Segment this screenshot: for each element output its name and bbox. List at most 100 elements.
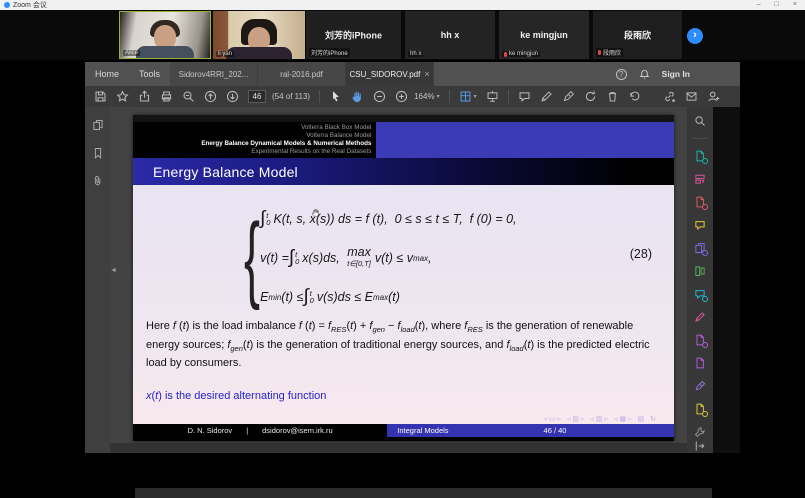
help-icon[interactable]: ?: [616, 69, 627, 80]
zoom-in-icon[interactable]: [395, 90, 408, 103]
hand-tool-icon[interactable]: [351, 90, 364, 103]
rotate-icon[interactable]: [584, 90, 597, 103]
slide-top-band: [133, 115, 674, 122]
doc-tab-sidorov4rri[interactable]: Sidorov4RRI_202...: [170, 62, 258, 86]
left-panel-rail: [85, 107, 110, 453]
tab-close-icon[interactable]: ×: [424, 69, 429, 79]
equation-number: (28): [630, 247, 652, 261]
undo-icon[interactable]: [628, 90, 641, 103]
share-upload-icon[interactable]: [138, 90, 151, 103]
ai-chat-icon[interactable]: [694, 288, 706, 300]
presentation-mode-icon[interactable]: [486, 90, 499, 103]
protect-icon[interactable]: [694, 403, 706, 415]
edit-text-icon[interactable]: [694, 357, 706, 369]
favorite-star-icon[interactable]: [116, 90, 129, 103]
create-pdf-icon[interactable]: [694, 196, 706, 208]
body-paragraph: Here f (t) is the load imbalance f (t) =…: [146, 319, 661, 372]
pdf-app-window: Home Tools Sidorov4RRI_202... ral-2016.p…: [85, 62, 740, 453]
delete-trash-icon[interactable]: [606, 90, 619, 103]
combine-files-icon[interactable]: [694, 265, 706, 277]
menu-home[interactable]: Home: [85, 62, 129, 86]
beamer-navigation-icons[interactable]: ◃▭▹ ◃▤▹ ◃▥▹ ◃▦▹ ▤ ↻: [543, 415, 658, 423]
slide-header-blue-block: [376, 122, 674, 158]
footer-email: dsidorov@isem.irk.ru: [262, 426, 333, 435]
maximize-button[interactable]: □: [775, 0, 779, 10]
bookmarks-icon[interactable]: [92, 147, 104, 159]
chevron-down-icon: ▾: [437, 93, 440, 100]
more-tools-icon[interactable]: [694, 426, 706, 438]
print-icon[interactable]: [160, 90, 173, 103]
email-icon[interactable]: [685, 90, 698, 103]
participant-display-name: ke mingjun: [499, 30, 589, 40]
video-strip: Alice li yan 刘芳的iPhone 刘芳的iPhone hh x hh…: [0, 10, 805, 60]
collapse-left-panel-arrow[interactable]: ◄: [110, 267, 117, 274]
select-tool-icon[interactable]: [329, 90, 342, 103]
document-view-area[interactable]: ◄ Volterra Black Box Model Volterra Bala…: [110, 107, 687, 443]
minimize-button[interactable]: –: [757, 0, 761, 10]
outline-line-current: Energy Balance Dynamical Models & Numeri…: [133, 140, 371, 148]
menu-tools[interactable]: Tools: [129, 62, 170, 86]
fill-sign-icon[interactable]: [694, 334, 706, 346]
share-link-icon[interactable]: [663, 90, 676, 103]
attachments-paperclip-icon[interactable]: [92, 175, 104, 187]
hand-cursor-icon: [311, 207, 322, 219]
video-tile-hhx[interactable]: hh x hh x: [405, 11, 495, 59]
zoom-level-dropdown[interactable]: 164%: [414, 92, 434, 101]
outline-line: Volterra Black Box Model: [133, 124, 371, 132]
pencil-annotate-icon[interactable]: [540, 90, 553, 103]
participant-display-name: 段雨欣: [593, 29, 682, 42]
page-view-mode-icon[interactable]: [459, 90, 472, 103]
equation-system: { ∫t0K(t, s, x(s)) ds = f (t), 0 ≤ s ≤ t…: [236, 201, 517, 315]
window-right-gutter: [713, 107, 740, 453]
slide-footer: D. N. Sidorov | dsidorov@isem.irk.ru Int…: [133, 424, 674, 437]
pdf-page-slide: Volterra Black Box Model Volterra Balanc…: [133, 115, 674, 441]
slide-title: Energy Balance Model: [133, 158, 674, 185]
page-thumbnails-icon[interactable]: [92, 119, 104, 131]
video-tile-alice[interactable]: Alice: [119, 11, 211, 59]
doc-tab-csu-sidorov[interactable]: CSU_SIDOROV.pdf ×: [346, 62, 434, 86]
next-videos-button[interactable]: ›: [687, 28, 703, 44]
zoom-logo-icon: [4, 2, 10, 8]
muted-mic-icon: [598, 50, 601, 55]
footer-separator: |: [246, 426, 248, 435]
video-tile-liufang-iphone[interactable]: 刘芳的iPhone 刘芳的iPhone: [306, 11, 401, 59]
notifications-bell-icon[interactable]: [639, 69, 650, 80]
organize-pages-icon[interactable]: [694, 173, 706, 185]
participant-name-label: li yan: [216, 51, 234, 57]
status-bar: [135, 488, 712, 498]
measure-icon[interactable]: [694, 380, 706, 392]
close-button[interactable]: ×: [793, 0, 797, 10]
collapse-rail-icon[interactable]: [687, 438, 713, 453]
add-person-icon[interactable]: [707, 90, 720, 103]
zoom-out-icon[interactable]: [373, 90, 386, 103]
participant-name-label: 段雨欣: [596, 48, 623, 57]
zoom-window-titlebar: Zoom 会议 – □ ×: [0, 0, 805, 10]
previous-page-icon[interactable]: [204, 90, 217, 103]
comments-panel-icon[interactable]: [694, 219, 706, 231]
export-pages-icon[interactable]: [694, 242, 706, 254]
muted-mic-icon: [504, 52, 507, 57]
doc-tab-ral2016[interactable]: ral-2016.pdf: [258, 62, 346, 86]
signature-icon[interactable]: [562, 90, 575, 103]
participant-name-label: Alice: [123, 50, 140, 56]
save-icon[interactable]: [94, 90, 107, 103]
slide-header: Volterra Black Box Model Volterra Balanc…: [133, 122, 674, 158]
search-zoom-icon[interactable]: [182, 90, 195, 103]
sign-in-button[interactable]: Sign In: [662, 69, 690, 79]
footer-page-number: 46 / 40: [544, 426, 567, 435]
video-tile-duanyuxin[interactable]: 段雨欣 段雨欣: [593, 11, 682, 59]
participant-display-name: 刘芳的iPhone: [306, 29, 401, 42]
video-tile-liyan[interactable]: li yan: [213, 11, 305, 59]
search-icon[interactable]: [694, 115, 706, 127]
slide-bottom-band: [133, 437, 674, 441]
equation-line-3: Emin(t) ≤ ∫t0v(s)ds ≤ Emax(t): [260, 279, 516, 315]
participant-display-name: hh x: [405, 30, 495, 40]
next-page-icon[interactable]: [226, 90, 239, 103]
page-number-input[interactable]: 46: [248, 90, 266, 103]
highlight-edit-icon[interactable]: [694, 311, 706, 323]
curly-brace: {: [244, 208, 260, 308]
file-convert-icon[interactable]: [694, 150, 706, 162]
video-tile-kemingjun[interactable]: ke mingjun ke mingjun: [499, 11, 589, 59]
equation-line-1: ∫t0K(t, s, x(s)) ds = f (t), 0 ≤ s ≤ t ≤…: [260, 201, 516, 237]
comment-icon[interactable]: [518, 90, 531, 103]
